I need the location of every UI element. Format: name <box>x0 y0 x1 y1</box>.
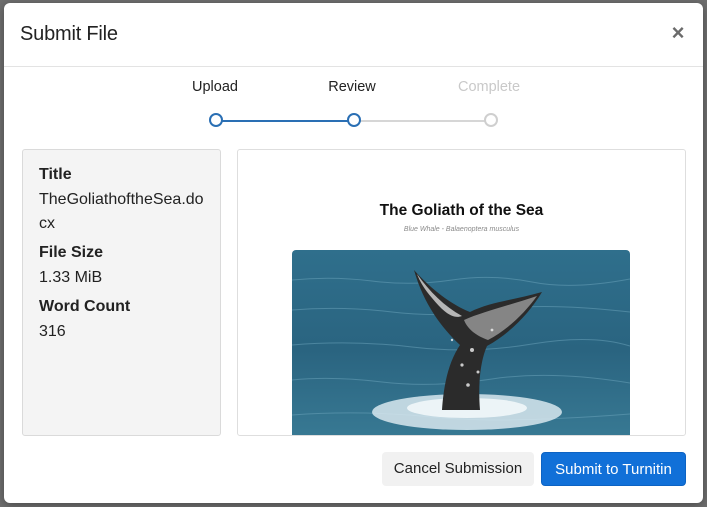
submit-file-dialog: Submit File × Upload Review Complete Tit… <box>4 3 703 503</box>
cancel-submission-button[interactable]: Cancel Submission <box>382 452 534 486</box>
whale-tail-image <box>292 250 630 435</box>
submit-to-turnitin-button[interactable]: Submit to Turnitin <box>541 452 686 486</box>
step-label-upload: Upload <box>192 79 238 95</box>
dialog-title: Submit File <box>20 23 118 45</box>
close-icon[interactable]: × <box>667 21 689 45</box>
step-label-review: Review <box>328 79 376 95</box>
file-info-panel: Title TheGoliathoftheSea.docx File Size … <box>22 149 221 436</box>
step-dot-review <box>347 113 361 127</box>
title-value: TheGoliathoftheSea.docx <box>39 191 204 232</box>
dialog-header: Submit File × <box>4 3 703 67</box>
step-connector-upload-review <box>222 120 348 122</box>
word-count-label: Word Count <box>39 298 131 315</box>
title-label: Title <box>39 166 72 183</box>
step-label-complete: Complete <box>457 79 521 95</box>
document-title: The Goliath of the Sea <box>379 202 544 219</box>
file-size-label: File Size <box>39 244 104 261</box>
step-connector-review-complete <box>360 120 486 122</box>
step-dot-upload <box>209 113 223 127</box>
step-dot-complete <box>484 113 498 127</box>
document-subtitle: Blue Whale - Balaenoptera musculus <box>403 226 520 233</box>
document-preview[interactable]: The Goliath of the Sea Blue Whale - Bala… <box>237 149 686 436</box>
progress-stepper: Upload Review Complete <box>4 67 703 147</box>
file-size-value: 1.33 MiB <box>39 269 103 286</box>
word-count-value: 316 <box>39 323 66 340</box>
